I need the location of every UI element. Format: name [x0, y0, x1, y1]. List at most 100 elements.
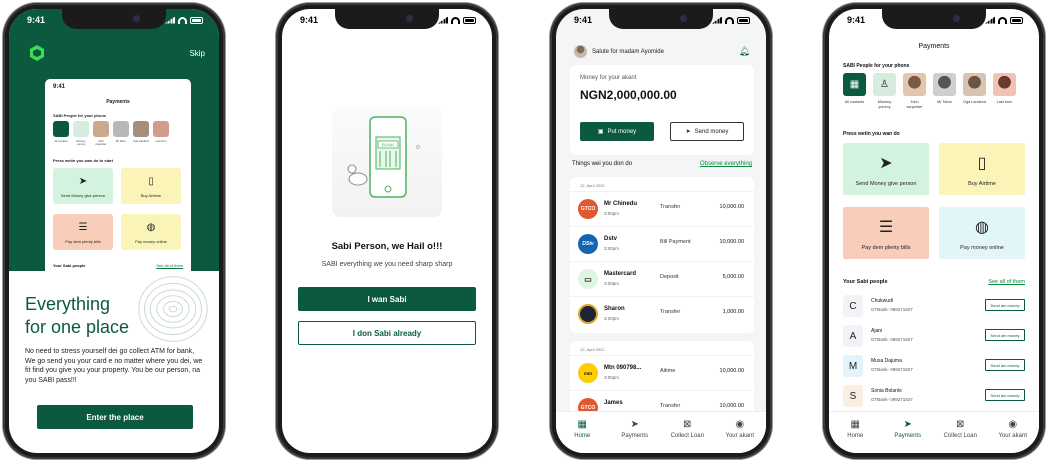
- tab-collect-loan[interactable]: ⊠ Collect Loan: [937, 420, 983, 453]
- globe-icon: ◍: [975, 219, 989, 236]
- bank-logo-icon: [578, 304, 598, 324]
- contact-label: Oga Landlord: [963, 100, 987, 104]
- tx-type: Deposit: [660, 274, 679, 280]
- avatar[interactable]: [574, 45, 587, 58]
- wifi-icon: [725, 16, 734, 24]
- transaction-row[interactable]: ▭ Mastercard 3:00pm Deposit 5,000.00: [570, 261, 754, 295]
- balance-card: Money for your akant NGN2,000,000.00 ▣ Pu…: [570, 65, 754, 155]
- tab-home[interactable]: ▦ Home: [559, 420, 605, 453]
- preview-avatar: [133, 121, 149, 137]
- transaction-row[interactable]: GTCO Mr Chinedu 3:00pm Transfer 10,000.0…: [570, 191, 754, 225]
- contact-avatar[interactable]: [993, 73, 1016, 96]
- tab-collect-loan[interactable]: ⊠ Collect Loan: [664, 420, 710, 453]
- notch: [62, 9, 166, 29]
- buy-airtime-tile[interactable]: ▯ Buy Airtime: [939, 143, 1025, 195]
- preview-avatar: [53, 121, 69, 137]
- preview-avatar-label: Mr Tabor: [115, 140, 127, 143]
- transaction-row[interactable]: DStv Dstv 3:00pm Bill Payment 10,000.00: [570, 226, 754, 260]
- tab-payments[interactable]: ➤ Payments: [885, 420, 931, 453]
- checklist-icon: ☰: [878, 219, 894, 236]
- all-contacts-button[interactable]: ▦: [843, 73, 866, 96]
- send-am-money-button[interactable]: Send am money: [985, 329, 1025, 341]
- tab-home[interactable]: ▦ Home: [832, 420, 878, 453]
- tab-label: Payments: [621, 433, 649, 439]
- person-name: Chukwudi: [871, 298, 893, 304]
- tx-type: Transfer: [660, 309, 681, 315]
- wifi-icon: [178, 16, 187, 24]
- send-money-label: Send money: [694, 128, 729, 135]
- send-icon: ➤: [903, 419, 912, 430]
- preview-time: 9:41: [53, 84, 66, 90]
- tx-time: 3:00pm: [604, 375, 620, 380]
- status-time: 9:41: [27, 15, 46, 25]
- transactions-group: 12, April 2022 GTCO Mr Chinedu 3:00pm Tr…: [570, 177, 754, 333]
- preview-tile-airtime: ▯ Buy Airtime: [121, 168, 181, 204]
- tile-label: Pay dem plenty bills: [861, 245, 911, 251]
- send-am-money-button[interactable]: Send am money: [985, 299, 1025, 311]
- contact-avatar[interactable]: ♙: [873, 73, 896, 96]
- wallet-icon: ▣: [597, 129, 604, 135]
- battery-icon: [190, 16, 203, 24]
- section-title: Things wei you don do: [572, 161, 633, 167]
- payments-screen: 9:41 Payments SABI People for your phone…: [829, 9, 1039, 453]
- preview-avatar: [93, 121, 109, 137]
- bell-icon[interactable]: 🔔︎: [739, 46, 750, 57]
- tile-label: Pay money online: [960, 245, 1004, 251]
- observe-everything-link[interactable]: Observe everything: [700, 161, 752, 167]
- send-icon: ➤: [879, 155, 893, 172]
- tx-name: Sharon: [604, 306, 625, 312]
- transaction-row[interactable]: Sharon 3:00pm Transfer 1,000.00: [570, 296, 754, 330]
- pay-bills-tile[interactable]: ☰ Pay dem plenty bills: [843, 207, 929, 259]
- send-am-money-button[interactable]: Send am money: [985, 389, 1025, 401]
- send-money-button[interactable]: ➤ Send money: [670, 122, 744, 141]
- contact-label: John carpenter: [906, 100, 923, 109]
- preview-avatar-label: All contacts: [54, 140, 68, 143]
- see-all-link[interactable]: See all of them: [988, 279, 1025, 285]
- contact-avatar[interactable]: [963, 73, 986, 96]
- enter-button[interactable]: Enter the place: [37, 405, 193, 429]
- contact-avatar[interactable]: [903, 73, 926, 96]
- status-time: 9:41: [847, 15, 866, 25]
- tab-bar: ▦ Home ➤ Payments ⊠ Collect Loan ◉ Your akan…: [556, 411, 766, 453]
- tab-label: Your akant: [725, 433, 754, 439]
- contacts-grid-icon: ▦: [849, 79, 860, 90]
- tab-your-akant[interactable]: ◉ Your akant: [990, 420, 1036, 453]
- greeting: Salute for madam Ayomide: [574, 45, 664, 58]
- people-label: SABI People for your phone: [843, 63, 910, 69]
- tx-time: 3:00pm: [604, 316, 620, 321]
- i-don-sabi-button[interactable]: I don Sabi already: [298, 321, 476, 345]
- skip-button[interactable]: Skip: [189, 49, 205, 58]
- contact-label: Mummy yummy: [877, 100, 892, 109]
- topographic-pattern: [138, 276, 208, 342]
- tx-name: Mtn 090798...: [604, 365, 642, 371]
- tx-type: Aitime: [660, 368, 676, 374]
- phone-home: 9:41 Salute for madam Ayomide 🔔︎ Money f…: [550, 3, 772, 459]
- dstv-logo-icon: DStv: [578, 234, 598, 254]
- status-icons: [438, 16, 476, 24]
- send-am-money-button[interactable]: Send am money: [985, 359, 1025, 371]
- tab-payments[interactable]: ➤ Payments: [612, 420, 658, 453]
- status-icons: [165, 16, 203, 24]
- tx-amount: 10,000.00: [719, 239, 744, 245]
- contacts-row: ▦ ♙: [843, 73, 1016, 96]
- preview-tile-label: Buy Airtime: [140, 193, 162, 198]
- tab-your-akant[interactable]: ◉ Your akant: [717, 420, 763, 453]
- your-people-label: Your Sabi people: [843, 279, 888, 285]
- put-money-button[interactable]: ▣ Put money: [580, 122, 654, 141]
- welcome-subtitle: SABI everything we you need sharp sharp: [321, 261, 453, 268]
- tx-amount: 10,000.00: [719, 368, 744, 374]
- preview-avatar-label: John carpenter: [95, 140, 107, 146]
- pay-online-tile[interactable]: ◍ Pay money online: [939, 207, 1025, 259]
- contact-label: Last born: [996, 100, 1013, 104]
- tx-name: James: [604, 400, 623, 406]
- contact-avatar[interactable]: [933, 73, 956, 96]
- send-money-tile[interactable]: ➤ Send Money give person: [843, 143, 929, 195]
- preview-avatar: [113, 121, 129, 137]
- preview-tile-label: Pay money online: [135, 239, 167, 244]
- transaction-row[interactable]: mtn Mtn 090798... 3:00pm Aitime 10,000.0…: [570, 355, 754, 389]
- person-bank: GTBank- 099271827: [871, 367, 913, 372]
- tab-bar: ▦ Home ➤ Payments ⊠ Collect Loan ◉ Your akan…: [829, 411, 1039, 453]
- phone-payments: 9:41 Payments SABI People for your phone…: [823, 3, 1045, 459]
- phone-onboarding: 9:41 Skip 9:41 Payments SABI People for …: [3, 3, 225, 459]
- i-wan-sabi-button[interactable]: I wan Sabi: [298, 287, 476, 311]
